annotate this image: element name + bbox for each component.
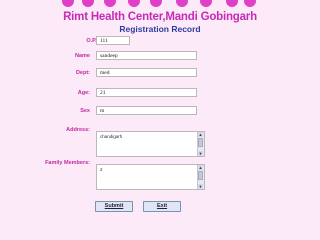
page-title: Rimt Health Center,Mandi Gobingarh [63, 11, 257, 23]
dept-label: Dept: [75, 70, 90, 76]
scroll-down-icon[interactable]: ▼ [198, 151, 203, 156]
address-label: Address: [66, 127, 90, 133]
age-label: Age: [77, 90, 90, 96]
scroll-thumb[interactable] [198, 171, 203, 180]
family-members-textarea[interactable]: 2 ▲ ▼ [96, 164, 205, 190]
family-members-value: 2 [100, 167, 103, 172]
exit-button[interactable]: Exit [143, 201, 181, 212]
dept-field[interactable]: med [96, 68, 197, 77]
address-value: chandigarh [100, 134, 123, 139]
scroll-up-icon[interactable]: ▲ [198, 132, 203, 137]
scroll-up-icon[interactable]: ▲ [198, 165, 203, 170]
scroll-thumb[interactable] [198, 138, 203, 147]
address-scrollbar[interactable]: ▲ ▼ [197, 132, 204, 156]
age-field[interactable]: 21 [96, 88, 197, 97]
family-members-scrollbar[interactable]: ▲ ▼ [197, 165, 204, 189]
page-subtitle: Registration Record [119, 24, 201, 34]
sex-field[interactable]: m [96, 106, 197, 115]
name-label: Name [75, 53, 90, 59]
name-field[interactable]: sandeep [96, 51, 197, 60]
family-members-label: Family Members: [45, 160, 90, 166]
sex-label: Sex [80, 108, 90, 114]
address-textarea[interactable]: chandigarh ▲ ▼ [96, 131, 205, 157]
op-no-field[interactable]: 111 [96, 36, 130, 45]
scroll-down-icon[interactable]: ▼ [198, 184, 203, 189]
header-decoration [58, 0, 258, 11]
submit-button[interactable]: Submit [95, 201, 133, 212]
